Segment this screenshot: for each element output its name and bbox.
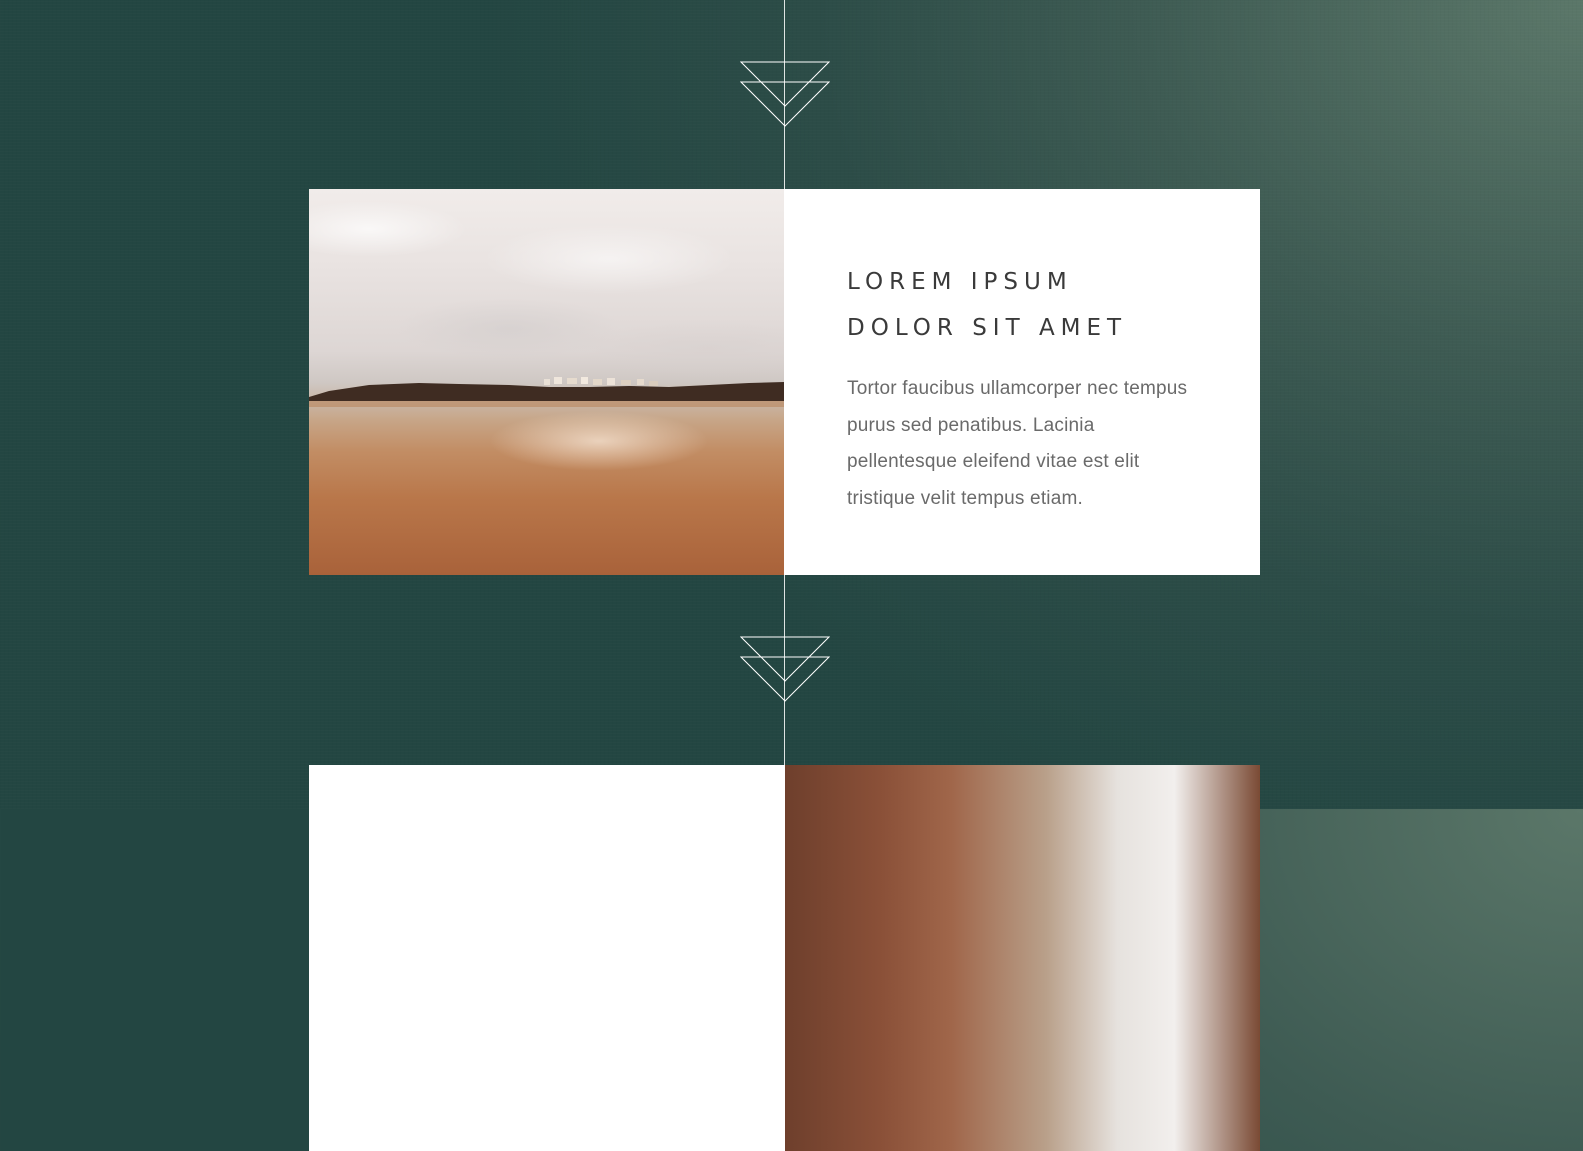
double-triangle-down-icon [740,58,830,128]
timeline-card: LOREM IPSUM DOLOR SIT AMET Tortor faucib… [784,189,1260,575]
timeline-item: LOREM IPSUM DOLOR SIT AMET Tortor faucib… [309,189,1260,575]
timeline-item [309,765,1260,1151]
double-triangle-down-icon [740,633,830,703]
card-body-text: Tortor faucibus ullamcorper nec tempus p… [847,378,1188,510]
card-heading-line-2: DOLOR SIT AMET [847,315,1128,341]
card-heading: LOREM IPSUM DOLOR SIT AMET [847,259,1200,351]
card-heading-line-1: LOREM IPSUM [847,269,1073,295]
headland-silhouette [309,377,784,407]
beach-landscape-photo [309,189,784,575]
timeline-card [309,765,785,1151]
brick-buildings-photo [785,765,1260,1151]
